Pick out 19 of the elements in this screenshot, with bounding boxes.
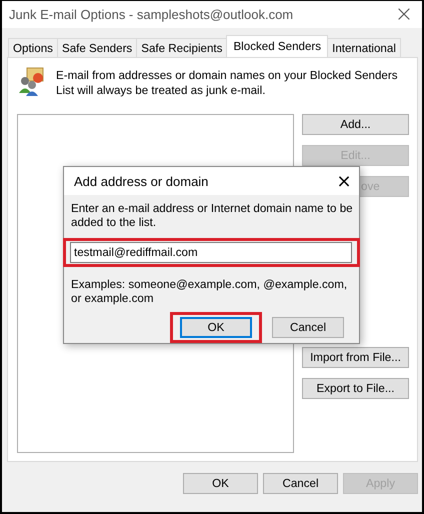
side-button[interactable]: Add... (302, 114, 409, 135)
examples-text: Examples: someone@example.com, @example.com, or example.com (71, 278, 348, 306)
description-text: E-mail from addresses or domain names on your Blocked Senders List will always be treated as junk e-mail. (56, 68, 399, 98)
footer-button[interactable]: OK (183, 473, 258, 494)
side-button[interactable]: Export to File... (302, 378, 409, 399)
window-title: Junk E-mail Options - sampleshots@outlook.com (9, 7, 294, 22)
address-input-field[interactable]: testmail@rediffmail.com (70, 242, 352, 263)
dialog-title: Add address or domain (74, 174, 208, 188)
tab[interactable]: International (327, 38, 401, 57)
tab[interactable]: Options (8, 38, 58, 57)
prompt-text: Enter an e-mail address or Internet domain name to be added to the list. (71, 202, 354, 230)
close-button[interactable]: × (329, 170, 359, 192)
tab[interactable]: Safe Recipients (136, 38, 228, 57)
tab[interactable]: Blocked Senders (226, 35, 328, 57)
footer-button[interactable]: Cancel (263, 473, 338, 494)
dialog-button[interactable]: OK (180, 317, 252, 338)
close-button[interactable]: × (386, 1, 422, 28)
side-button[interactable]: Import from File... (302, 347, 409, 368)
dialog-button[interactable]: Cancel (272, 317, 344, 338)
